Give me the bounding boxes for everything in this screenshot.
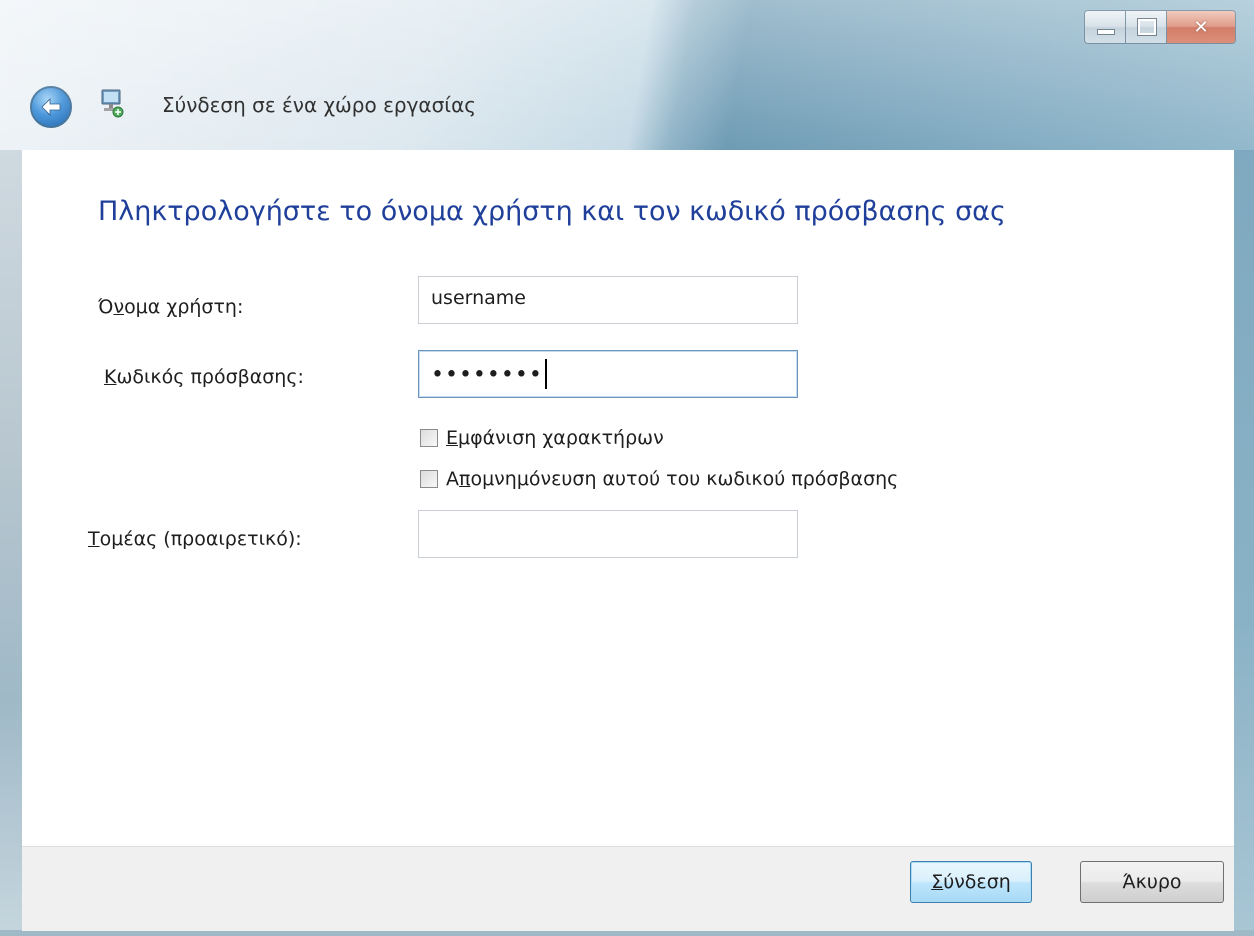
remember-password-label: Απομνημόνευση αυτού του κωδικού πρόσβαση…	[446, 468, 899, 490]
text-caret	[544, 359, 547, 389]
maximize-button[interactable]	[1126, 11, 1167, 43]
close-icon: ✕	[1193, 16, 1209, 38]
password-input[interactable]: ••••••••	[418, 350, 798, 398]
page-heading: Πληκτρολογήστε το όνομα χρήστη και τον κ…	[98, 196, 1006, 227]
network-connection-icon	[101, 89, 124, 118]
minimize-icon	[1097, 29, 1115, 35]
password-label: Κωδικός πρόσβασης:	[104, 366, 304, 388]
close-button[interactable]: ✕	[1167, 11, 1235, 43]
dialog-content: Πληκτρολογήστε το όνομα χρήστη και τον κ…	[22, 150, 1234, 846]
window-title: Σύνδεση σε ένα χώρο εργασίας	[162, 93, 476, 117]
username-value: username	[431, 287, 526, 309]
remember-password-box[interactable]	[420, 470, 438, 488]
domain-input[interactable]	[418, 510, 798, 558]
window-left-edge	[0, 150, 22, 936]
maximize-icon	[1137, 18, 1157, 36]
remember-password-checkbox[interactable]: Απομνημόνευση αυτού του κωδικού πρόσβαση…	[420, 468, 898, 490]
connect-button-label: Σύνδεση	[931, 871, 1011, 893]
caption-buttons: ✕	[1084, 10, 1236, 44]
dialog-footer: Σύνδεση Άκυρο	[22, 846, 1234, 931]
domain-label: Τομέας (προαιρετικό):	[88, 528, 302, 550]
connect-button[interactable]: Σύνδεση	[910, 861, 1032, 903]
back-arrow-icon	[41, 98, 61, 116]
username-input[interactable]: username	[418, 276, 798, 324]
show-characters-checkbox[interactable]: Εμφάνιση χαρακτήρων	[420, 427, 664, 449]
username-label: Όνομα χρήστη:	[98, 296, 244, 318]
back-button[interactable]	[30, 86, 72, 128]
cancel-button[interactable]: Άκυρο	[1080, 861, 1224, 903]
cancel-button-label: Άκυρο	[1122, 871, 1182, 893]
window-right-edge	[1234, 150, 1254, 936]
show-characters-label: Εμφάνιση χαρακτήρων	[446, 427, 664, 449]
password-value: ••••••••	[431, 362, 543, 388]
minimize-button[interactable]	[1085, 11, 1126, 43]
show-characters-box[interactable]	[420, 429, 438, 447]
